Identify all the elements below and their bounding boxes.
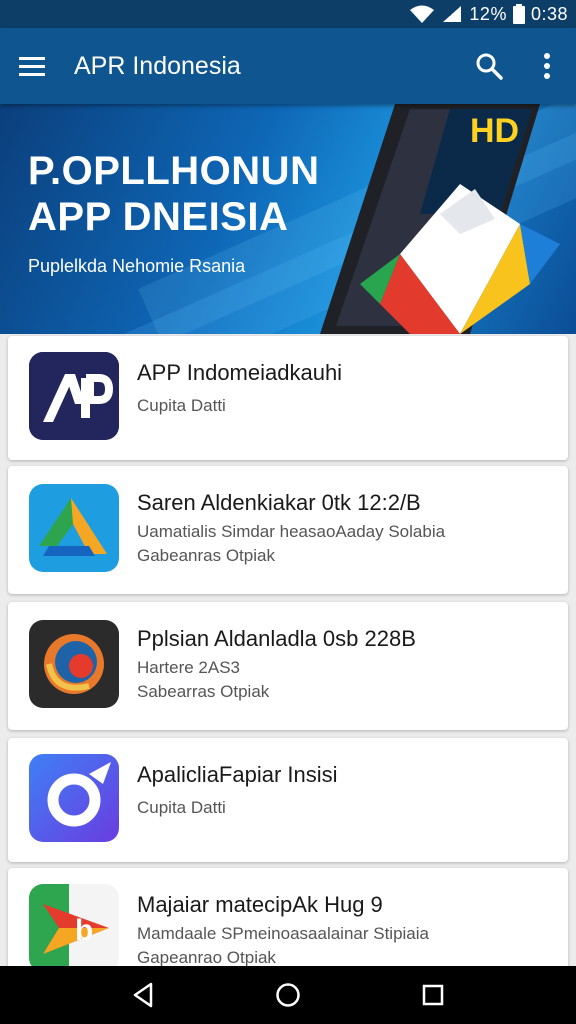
app-logo-ap-icon <box>29 352 119 440</box>
banner-headline-2: APP DNEISIA <box>28 195 289 239</box>
home-icon <box>276 983 300 1007</box>
app-name: Pplsian Aldanladla 0sb 228B <box>137 626 416 651</box>
banner-subtitle: Puplelkda Nehomie Rsania <box>28 256 246 276</box>
status-bar: R 12% 0:38 <box>0 0 576 28</box>
wifi-icon <box>409 4 435 24</box>
app-list-item[interactable]: APP Indomeiadkauhi Cupita Datti <box>8 336 568 460</box>
app-logo-triangle-icon <box>29 484 119 572</box>
banner-headline-1: P.OPLLHONUN <box>28 149 320 193</box>
search-button[interactable] <box>460 28 518 104</box>
app-bar: APR Indonesia <box>0 28 576 104</box>
app-description: Uamatialis Simdar heasaoAaday Solabia <box>137 522 446 541</box>
app-name: Saren Aldenkiakar 0tk 12:2/B <box>137 490 421 515</box>
app-developer: Sabearras Otpiak <box>137 682 270 701</box>
back-icon <box>133 982 152 1008</box>
more-vert-icon <box>544 53 550 79</box>
app-list-item[interactable]: ApalicliaFapiar Insisi Cupita Datti <box>8 738 568 862</box>
svg-text:HD: HD <box>470 112 519 150</box>
search-icon <box>476 53 503 80</box>
app-name: APP Indomeiadkauhi <box>137 360 343 385</box>
app-developer: Cupita Datti <box>137 798 226 817</box>
recents-button[interactable] <box>403 966 463 1024</box>
app-developer: Gabeanras Otpiak <box>137 546 275 565</box>
app-developer: Cupita Datti <box>137 396 226 415</box>
svg-text:R: R <box>446 10 451 18</box>
back-button[interactable] <box>113 966 173 1024</box>
svg-text:b: b <box>75 914 93 947</box>
more-options-button[interactable] <box>518 28 576 104</box>
navigation-bar <box>0 966 576 1024</box>
app-logo-arrow-icon: b <box>29 884 119 972</box>
promo-banner[interactable]: P.OPLLHONUN APP DNEISIA Puplelkda Nehomi… <box>0 104 576 334</box>
home-button[interactable] <box>258 966 318 1024</box>
signal-icon: R <box>441 4 463 24</box>
menu-icon <box>19 57 45 76</box>
battery-percent: 12% <box>469 3 507 24</box>
clock: 0:38 <box>530 3 568 24</box>
app-list-item[interactable]: Pplsian Aldanladla 0sb 228B Hartere 2AS3… <box>8 602 568 730</box>
menu-button[interactable] <box>0 28 64 104</box>
app-logo-ring-icon <box>29 754 119 842</box>
app-version: Hartere 2AS3 <box>137 658 240 677</box>
app-logo-swirl-icon <box>29 620 119 708</box>
recents-icon <box>423 984 444 1006</box>
app-developer: Gapeanrao Otpiak <box>137 948 276 967</box>
phone-illustration: HD <box>320 104 560 334</box>
app-description: Mamdaale SPmeinoasaalainar Stipiaia <box>137 924 429 943</box>
app-list-item[interactable]: Saren Aldenkiakar 0tk 12:2/B Uamatialis … <box>8 466 568 594</box>
app-name: Majaiar matecipAk Hug 9 <box>137 892 383 917</box>
app-name: ApalicliaFapiar Insisi <box>137 762 338 787</box>
battery-icon <box>512 4 525 24</box>
app-title: APR Indonesia <box>74 51 241 80</box>
